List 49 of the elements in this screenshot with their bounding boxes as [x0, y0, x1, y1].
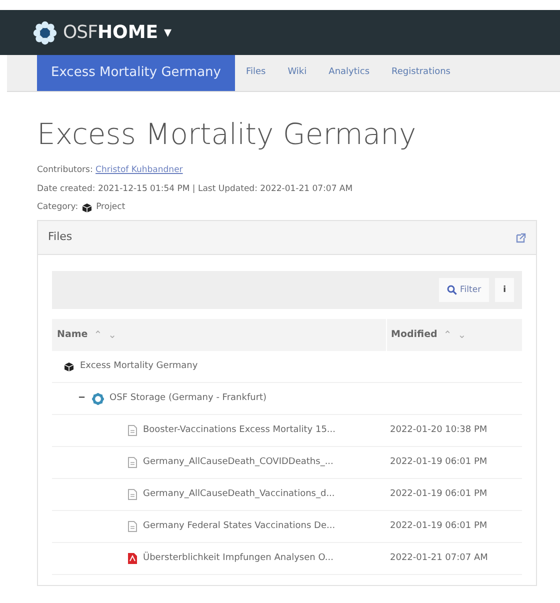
external-link-icon — [516, 232, 526, 243]
nav-tab[interactable]: Excess Mortality Germany — [37, 55, 235, 91]
file-name: Germany Federal States Vaccinations De... — [143, 520, 336, 533]
file-name: Excess Mortality Germany — [80, 360, 198, 373]
column-header: Name — [57, 328, 88, 342]
file-row[interactable]: Germany Federal States Vaccinations De... 2022-01-19 06:01 PM — [52, 511, 522, 544]
file-row[interactable]: Germany_AllCauseDeath_Vaccinations_d... 2022-01-19 06:01 PM — [52, 479, 522, 512]
file-row[interactable]: Übersterblichkeit Impfungen Analysen O... 2022-01-21 07:07 AM — [52, 543, 522, 576]
modified-date: 2022-01-21 07:07 AM — [390, 552, 488, 563]
search-icon — [447, 285, 458, 296]
brand-link[interactable]: OSFHOME — [63, 19, 158, 46]
file-icon — [128, 489, 137, 500]
modified-date: 2022-01-19 06:01 PM — [390, 456, 488, 467]
page-title: Excess Mortality Germany — [37, 117, 418, 152]
filter-button[interactable]: Filter — [439, 278, 490, 302]
file-name: Übersterblichkeit Impfungen Analysen O... — [143, 552, 334, 565]
cube-icon — [64, 362, 74, 372]
file-name: OSF Storage (Germany - Frankfurt) — [110, 392, 267, 405]
modified-date: 2022-01-19 06:01 PM — [390, 520, 488, 531]
logo-icon — [33, 20, 57, 44]
date-info: Date created: 2021-12-15 01:54 PM | Last Updated: 2022-01-21 07:07 AM — [37, 182, 354, 196]
panel-title: Files — [48, 229, 72, 246]
nav-tab[interactable]: Files — [234, 55, 277, 91]
file-name: Germany_AllCauseDeath_Vaccinations_d... — [143, 488, 335, 501]
file-row[interactable]: − OSF Storage (Germany - Frankfurt) — [52, 383, 522, 416]
file-icon — [128, 425, 137, 436]
file-row[interactable]: Booster-Vaccinations Excess Mortality 15... 2022-01-20 10:38 PM — [52, 415, 522, 448]
modified-date: 2022-01-20 10:38 PM — [390, 424, 488, 435]
contributors-label: Contributors: — [37, 164, 94, 175]
file-icon — [128, 457, 137, 468]
category-value: Project — [96, 201, 126, 214]
contributor-link[interactable]: Christof Kuhbandner — [96, 164, 183, 175]
column-header: Modified — [391, 328, 438, 342]
cube-icon — [82, 202, 92, 213]
collapse-toggle[interactable]: − — [78, 392, 86, 406]
info-button[interactable]: i — [495, 278, 514, 302]
nav-tab[interactable]: Registrations — [380, 55, 462, 91]
file-row[interactable]: Excess Mortality Germany — [52, 351, 522, 384]
file-name: Germany_AllCauseDeath_COVIDDeaths_... — [143, 456, 334, 469]
category-label: Category: — [37, 201, 78, 214]
file-row[interactable]: Germany_AllCauseDeath_COVIDDeaths_... 2022-01-19 06:01 PM — [52, 447, 522, 480]
file-icon — [128, 521, 137, 532]
gear-icon — [92, 392, 104, 405]
file-name: Booster-Vaccinations Excess Mortality 15... — [143, 424, 336, 437]
modified-date: 2022-01-19 06:01 PM — [390, 488, 488, 499]
nav-tab[interactable]: Wiki — [276, 55, 318, 91]
pdf-file-icon — [128, 553, 137, 564]
caret-icon[interactable]: ▾ — [164, 21, 172, 44]
nav-tab[interactable]: Analytics — [318, 55, 381, 91]
